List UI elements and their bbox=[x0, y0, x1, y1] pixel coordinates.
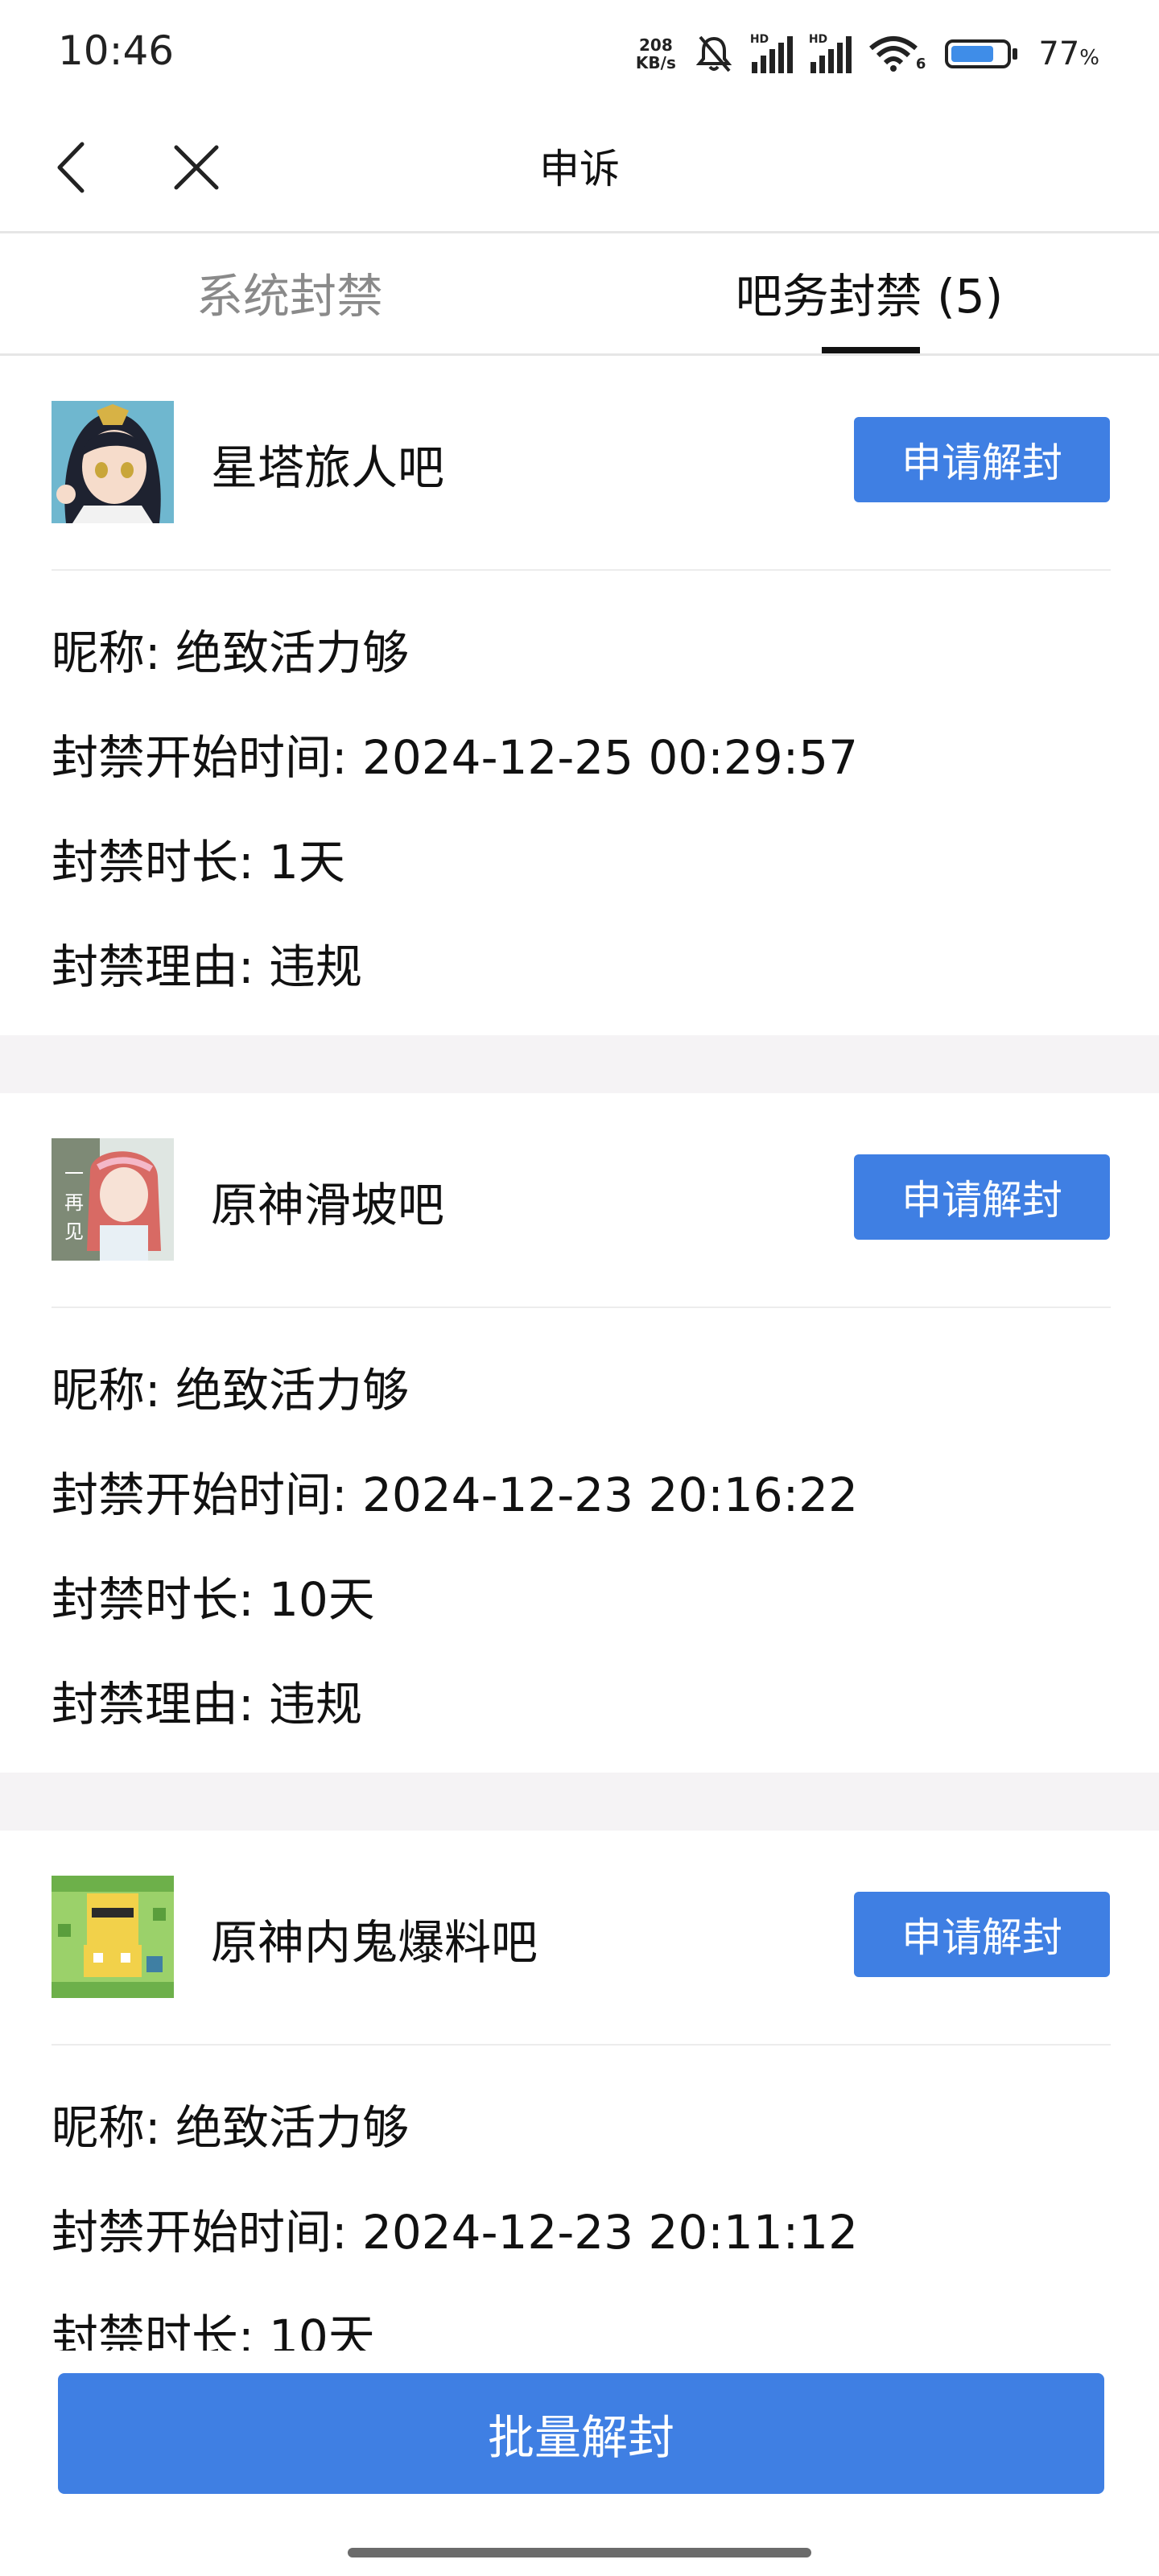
cell-signal-icon: HD bbox=[750, 33, 793, 73]
svg-text:再: 再 bbox=[64, 1191, 84, 1214]
forum-avatar[interactable] bbox=[52, 401, 174, 523]
status-icons: 208 KB/s HD HD 6 77% bbox=[636, 26, 1099, 82]
ban-start-time-text: 封禁开始时间: 2024-12-25 00:29:57 bbox=[52, 730, 858, 785]
svg-text:见: 见 bbox=[64, 1220, 84, 1243]
tab-active-indicator bbox=[822, 347, 920, 353]
ban-duration-text: 封禁时长: 1天 bbox=[52, 835, 345, 890]
nickname-text: 昵称: 绝致活力够 bbox=[52, 2100, 409, 2155]
svg-text:一: 一 bbox=[64, 1162, 84, 1185]
status-bar: 10:46 208 KB/s HD HD 6 77% bbox=[0, 0, 1159, 106]
battery-percent: 77% bbox=[1038, 35, 1099, 72]
ban-duration-text: 封禁时长: 10天 bbox=[52, 1572, 375, 1627]
tab-system-ban[interactable]: 系统封禁 bbox=[0, 231, 580, 353]
appeal-unban-button[interactable]: 申请解封 bbox=[854, 1154, 1110, 1240]
page-title: 申诉 bbox=[539, 146, 620, 192]
ban-card: 一 再 见 原神滑坡吧 申请解封 昵称: 绝致活力够 封禁开始时间: 2024-… bbox=[0, 1093, 1159, 1773]
card-separator bbox=[0, 1773, 1159, 1831]
tab-forum-ban[interactable]: 吧务封禁 (5) bbox=[580, 231, 1159, 353]
divider bbox=[52, 1307, 1111, 1308]
ban-list: 星塔旅人吧 申请解封 昵称: 绝致活力够 封禁开始时间: 2024-12-25 … bbox=[0, 356, 1159, 2510]
nickname-text: 昵称: 绝致活力够 bbox=[52, 625, 409, 680]
network-speed: 208 KB/s bbox=[636, 36, 676, 72]
divider bbox=[52, 2044, 1111, 2046]
ban-start-time-text: 封禁开始时间: 2024-12-23 20:11:12 bbox=[52, 2205, 858, 2260]
ban-reason-text: 封禁理由: 违规 bbox=[52, 1677, 362, 1732]
forum-name[interactable]: 原神滑坡吧 bbox=[211, 1167, 444, 1235]
status-time: 10:46 bbox=[58, 27, 175, 74]
ban-reason-text: 封禁理由: 违规 bbox=[52, 939, 362, 994]
ban-card-header: 一 再 见 原神滑坡吧 申请解封 bbox=[0, 1093, 1159, 1307]
tab-bar: 系统封禁 吧务封禁 (5) bbox=[0, 231, 1159, 356]
ban-card-header: 星塔旅人吧 申请解封 bbox=[0, 356, 1159, 569]
forum-avatar[interactable] bbox=[52, 1876, 174, 1998]
forum-avatar[interactable]: 一 再 见 bbox=[52, 1138, 174, 1261]
forum-name[interactable]: 星塔旅人吧 bbox=[211, 430, 444, 497]
divider bbox=[52, 569, 1111, 571]
appeal-unban-button[interactable]: 申请解封 bbox=[854, 417, 1110, 502]
batch-unban-button[interactable]: 批量解封 bbox=[58, 2373, 1104, 2494]
ban-card: 星塔旅人吧 申请解封 昵称: 绝致活力够 封禁开始时间: 2024-12-25 … bbox=[0, 356, 1159, 1035]
app-header: 申诉 bbox=[0, 106, 1159, 233]
card-separator bbox=[0, 1035, 1159, 1093]
nickname-text: 昵称: 绝致活力够 bbox=[52, 1363, 409, 1418]
ban-card-header: 原神内鬼爆料吧 申请解封 bbox=[0, 1831, 1159, 2044]
appeal-unban-button[interactable]: 申请解封 bbox=[854, 1892, 1110, 1977]
battery-icon bbox=[945, 39, 1018, 68]
network-speed-unit: KB/s bbox=[635, 53, 676, 72]
ban-start-time-text: 封禁开始时间: 2024-12-23 20:16:22 bbox=[52, 1468, 858, 1522]
wifi-icon: 6 bbox=[868, 35, 926, 72]
bell-muted-icon bbox=[695, 35, 732, 72]
cell-signal-2-icon: HD bbox=[809, 33, 852, 73]
forum-name[interactable]: 原神内鬼爆料吧 bbox=[211, 1905, 538, 1972]
bottom-bar: 批量解封 bbox=[0, 2351, 1159, 2576]
network-speed-value: 208 bbox=[638, 35, 673, 55]
home-indicator[interactable] bbox=[348, 2548, 811, 2557]
